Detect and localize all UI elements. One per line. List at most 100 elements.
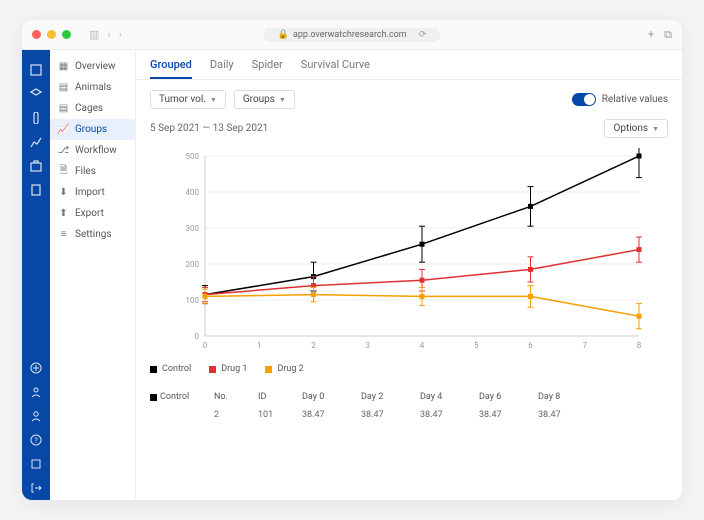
nav-item-animals[interactable]: ▤Animals (50, 77, 135, 98)
rail-add-icon[interactable] (29, 361, 43, 375)
td: 101 (258, 410, 298, 420)
nav-item-export[interactable]: ⬆ Export (50, 203, 135, 224)
th: ID (258, 392, 298, 402)
date-range: 5 Sep 2021 — 13 Sep 2021 (150, 123, 268, 134)
svg-text:5: 5 (474, 341, 479, 350)
export-icon: ⬆ (58, 208, 69, 219)
svg-text:4: 4 (420, 341, 425, 350)
svg-text:400: 400 (186, 188, 200, 197)
nav-item-cages[interactable]: ▤ Cages (50, 98, 135, 119)
rail-icon-3[interactable] (29, 111, 43, 125)
table-row: 210138.4738.4738.4738.4738.47 (150, 406, 668, 424)
nav-label: Settings (75, 229, 112, 240)
chart-legend: Control Drug 1 Drug 2 (136, 358, 682, 380)
options-label: Options (613, 123, 648, 134)
app-window: ▥ ‹ › 🔒 app.overwatchresearch.com ⟳ + ⧉ … (22, 20, 682, 500)
legend-item[interactable]: Drug 2 (265, 364, 303, 374)
side-nav: ▦Overview▤Animals ▤ Cages 📈Groups ⎇ Workflow 🗎… (50, 50, 136, 500)
nav-item-settings[interactable]: ≡Settings (50, 224, 135, 245)
grouping-label: Groups (243, 94, 275, 105)
nav-label: Files (75, 166, 96, 177)
legend-swatch (265, 366, 272, 373)
measure-label: Tumor vol. (159, 94, 206, 105)
legend-label: Drug 2 (277, 364, 303, 374)
svg-text:7: 7 (583, 341, 588, 350)
browser-nav: ▥ ‹ › (89, 28, 122, 41)
refresh-icon[interactable]: ⟳ (419, 30, 427, 40)
measure-dropdown[interactable]: Tumor vol. ▼ (150, 90, 226, 109)
legend-swatch (209, 366, 216, 373)
td: 38.47 (361, 410, 416, 420)
td (150, 410, 210, 420)
nav-label: Cages (75, 103, 103, 114)
new-tab-icon[interactable]: + (648, 28, 654, 42)
nav-item-files[interactable]: 🗎 Files (50, 161, 135, 182)
tabs-icon[interactable]: ⧉ (664, 28, 672, 42)
th: Control (150, 392, 210, 402)
svg-text:500: 500 (186, 152, 200, 161)
svg-text:?: ? (34, 437, 38, 445)
th: Day 6 (479, 392, 534, 402)
relative-toggle[interactable] (572, 93, 596, 106)
maximize-icon[interactable] (62, 30, 71, 39)
url-bar[interactable]: 🔒 app.overwatchresearch.com ⟳ (264, 28, 440, 42)
nav-label: Workflow (75, 145, 117, 156)
file-icon: 🗎 (58, 166, 69, 177)
rail-users-icon[interactable] (29, 385, 43, 399)
url-text: app.overwatchresearch.com (293, 30, 407, 40)
nav-item-workflow[interactable]: ⎇ Workflow (50, 140, 135, 161)
svg-text:3: 3 (366, 341, 371, 350)
traffic-lights (32, 30, 71, 39)
rail-icon-6[interactable] (29, 183, 43, 197)
td: 38.47 (420, 410, 475, 420)
th: Day 0 (302, 392, 357, 402)
td: 38.47 (538, 410, 593, 420)
legend-item[interactable]: Control (150, 364, 191, 374)
legend-item[interactable]: Drug 1 (209, 364, 247, 374)
tab-survival-curve[interactable]: Survival Curve (301, 58, 370, 79)
overview-icon: ▦ (58, 61, 69, 72)
chevron-down-icon: ▼ (279, 96, 286, 104)
svg-text:300: 300 (186, 224, 200, 233)
back-icon[interactable]: ‹ (107, 28, 110, 41)
group-swatch (150, 394, 157, 401)
grouping-dropdown[interactable]: Groups ▼ (234, 90, 295, 109)
td: 38.47 (479, 410, 534, 420)
th: No. (214, 392, 254, 402)
tab-spider[interactable]: Spider (252, 58, 283, 79)
forward-icon[interactable]: › (119, 28, 122, 41)
td: 2 (214, 410, 254, 420)
svg-text:0: 0 (195, 332, 200, 341)
nav-label: Export (75, 208, 104, 219)
nav-item-groups[interactable]: 📈Groups (50, 119, 135, 140)
svg-text:100: 100 (186, 296, 200, 305)
chart: 0100200300400500012345678 (150, 148, 668, 358)
tab-daily[interactable]: Daily (210, 58, 234, 79)
tab-grouped[interactable]: Grouped (150, 58, 192, 79)
rail-icon-2[interactable] (29, 87, 43, 101)
legend-label: Control (162, 364, 191, 374)
th: Day 8 (538, 392, 593, 402)
grid-icon: ▤ (58, 103, 69, 114)
nav-item-overview[interactable]: ▦Overview (50, 56, 135, 77)
minimize-icon[interactable] (47, 30, 56, 39)
nav-label: Animals (75, 82, 111, 93)
lock-icon: 🔒 (278, 30, 289, 40)
flow-icon: ⎇ (58, 145, 69, 156)
rail-icon-7[interactable] (29, 457, 43, 471)
nav-label: Import (75, 187, 105, 198)
rail-icon-1[interactable] (29, 63, 43, 77)
rail-exit-icon[interactable] (29, 481, 43, 495)
rail-help-icon[interactable]: ? (29, 433, 43, 447)
rail-icon-4[interactable] (29, 135, 43, 149)
rail-icon-5[interactable] (29, 159, 43, 173)
sidebar-toggle-icon[interactable]: ▥ (89, 28, 99, 41)
svg-text:2: 2 (311, 341, 316, 350)
close-icon[interactable] (32, 30, 41, 39)
svg-text:6: 6 (528, 341, 533, 350)
nav-item-import[interactable]: ⬇ Import (50, 182, 135, 203)
import-icon: ⬇ (58, 187, 69, 198)
options-dropdown[interactable]: Options ▼ (604, 119, 668, 138)
rail-user-icon[interactable] (29, 409, 43, 423)
relative-toggle-wrap: Relative values (572, 93, 668, 106)
